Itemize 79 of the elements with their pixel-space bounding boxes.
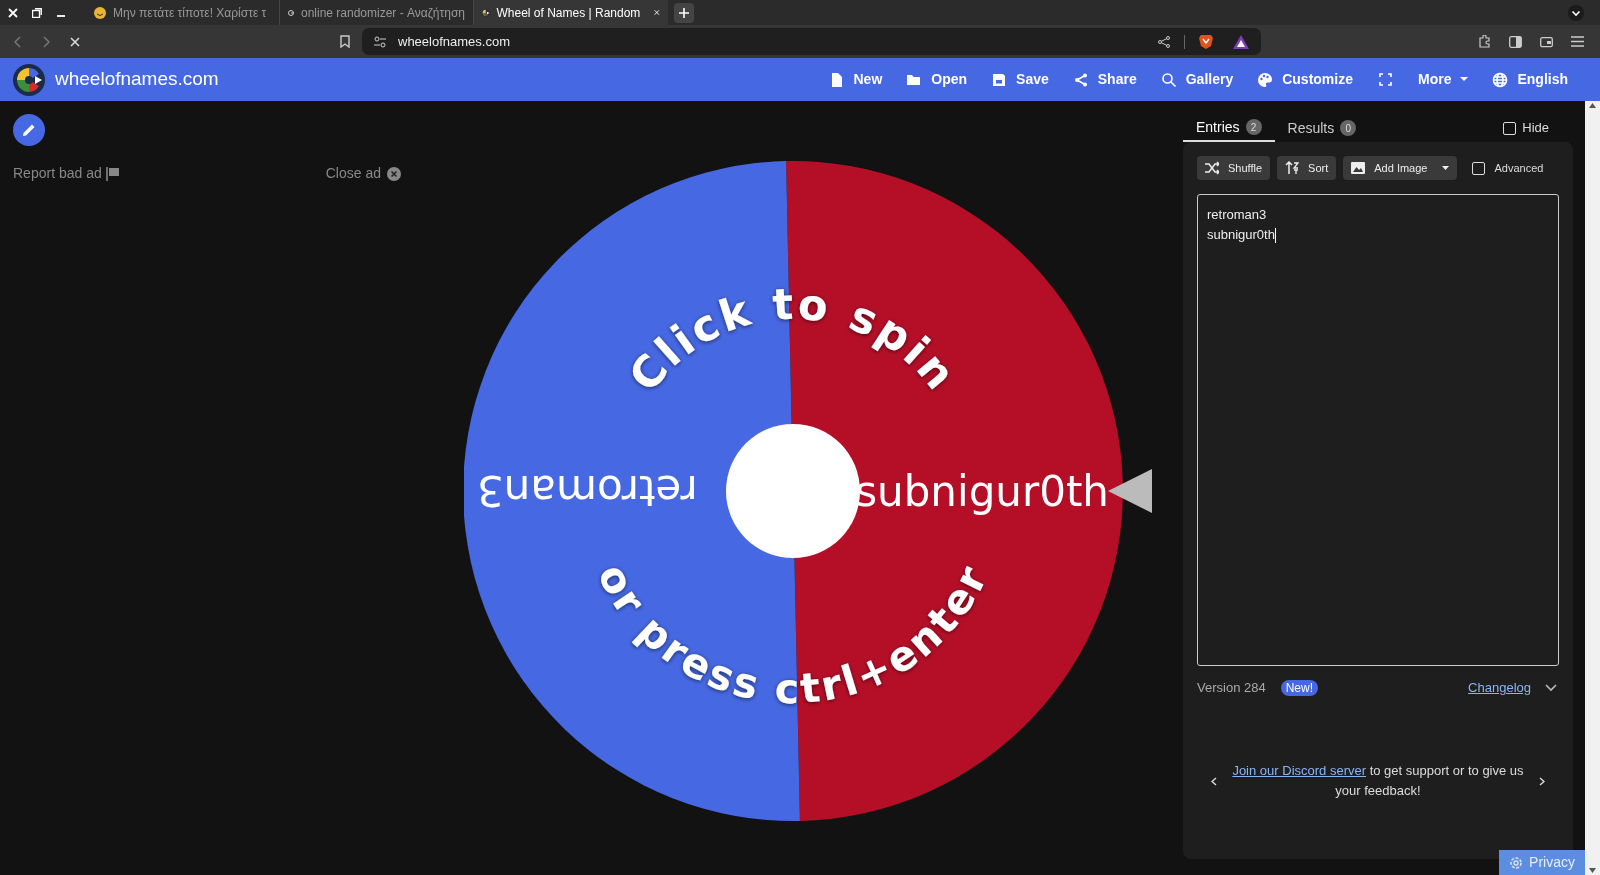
nav-button[interactable]: Share [1060, 58, 1149, 101]
chevron-down-icon[interactable] [1545, 684, 1557, 692]
sort-icon [1285, 161, 1300, 175]
count-badge: 2 [1245, 119, 1262, 135]
close-icon[interactable] [654, 8, 660, 17]
tool-button[interactable]: Shuffle [1197, 156, 1271, 180]
fullscreen-icon [1379, 73, 1392, 86]
tool-button[interactable]: Sort [1277, 156, 1337, 180]
nav-button[interactable]: English [1480, 58, 1580, 101]
pencil-icon [22, 123, 36, 137]
entry-line: subnigur0th [1207, 226, 1275, 244]
forward-icon[interactable] [42, 35, 50, 48]
menu-icon[interactable] [1571, 36, 1584, 47]
entry-line: retroman3 [1207, 206, 1267, 224]
scroll-down-icon[interactable] [1589, 868, 1596, 873]
nav-button[interactable]: Save [979, 58, 1061, 101]
advanced-checkbox[interactable] [1472, 161, 1486, 175]
tool-button[interactable]: Add Image [1343, 156, 1458, 180]
hide-checkbox[interactable] [1503, 121, 1517, 135]
discord-link[interactable]: Join our Discord server [1232, 763, 1367, 778]
image-icon [1351, 161, 1366, 175]
browser-tab[interactable]: Wheel of Names | Random [474, 0, 668, 25]
bookmark-icon[interactable] [340, 35, 350, 48]
nav-button[interactable]: Gallery [1148, 58, 1246, 101]
segment-label: retroman3 [477, 466, 698, 515]
caret-down-icon [1442, 166, 1450, 170]
globe-icon [1492, 71, 1509, 88]
caret-down-icon [1460, 77, 1469, 82]
palette-icon [1257, 71, 1274, 88]
count-badge: 0 [1340, 120, 1357, 136]
search-icon [1160, 71, 1177, 88]
hide-label: Hide [1522, 119, 1549, 138]
wallet-icon[interactable] [1540, 35, 1553, 48]
nav-button[interactable]: Open [894, 58, 980, 101]
nav-button[interactable]: Customize [1245, 58, 1365, 101]
lion-shield-icon[interactable] [1199, 33, 1213, 50]
text-cursor [1274, 227, 1276, 243]
triangle-icon[interactable] [1233, 34, 1249, 49]
dropdown-icon[interactable] [1568, 4, 1584, 21]
close-circle-icon[interactable] [387, 166, 401, 181]
share-icon [1072, 71, 1089, 88]
close-ad-link[interactable]: Close ad [325, 163, 381, 184]
sidebar-icon[interactable] [1509, 35, 1522, 48]
settings-icon [1509, 855, 1524, 870]
pointer-arrow [1108, 469, 1152, 513]
flag-icon[interactable] [105, 166, 120, 181]
address-text: wheelofnames.com [398, 32, 510, 51]
chevron-right-icon[interactable] [1539, 776, 1545, 786]
wheel-icon [482, 6, 490, 19]
advanced-label: Advanced [1494, 160, 1544, 176]
restore-icon[interactable] [32, 7, 42, 18]
chevron-left-icon[interactable] [1211, 776, 1217, 786]
site-settings-icon[interactable] [374, 35, 386, 48]
puzzle-icon[interactable] [1478, 35, 1491, 48]
nav-button[interactable]: New [816, 58, 895, 101]
share-icon[interactable] [1158, 35, 1170, 48]
nav-button[interactable]: More [1406, 58, 1481, 101]
plus-icon [679, 7, 689, 18]
new-tab-button[interactable] [674, 2, 694, 23]
site-brand[interactable]: wheelofnames.com [55, 65, 219, 94]
face-icon [94, 6, 106, 19]
scroll-up-icon[interactable] [1589, 103, 1596, 108]
version-text: Version 284 [1197, 679, 1266, 698]
new-badge: New! [1280, 680, 1318, 696]
address-bar[interactable]: wheelofnames.com [362, 28, 1261, 55]
privacy-button[interactable]: Privacy [1499, 850, 1585, 875]
wheel-center[interactable] [726, 424, 860, 558]
changelog-link[interactable]: Changelog [1468, 678, 1531, 698]
discord-message: Join our Discord server to get support or to give us your feedback! [1231, 762, 1525, 800]
report-ad-link[interactable]: Report bad ad [13, 163, 102, 184]
back-icon[interactable] [14, 35, 22, 48]
shuffle-icon [1205, 161, 1219, 175]
stop-icon[interactable] [70, 36, 80, 47]
scrollbar[interactable] [1585, 101, 1600, 875]
panel-tab[interactable]: Results 0 [1274, 114, 1370, 142]
wheel-logo-icon [13, 63, 45, 96]
close-icon[interactable] [8, 7, 18, 18]
edit-button[interactable] [13, 114, 45, 146]
entries-text-area[interactable]: retroman3 subnigur0th [1197, 194, 1559, 666]
